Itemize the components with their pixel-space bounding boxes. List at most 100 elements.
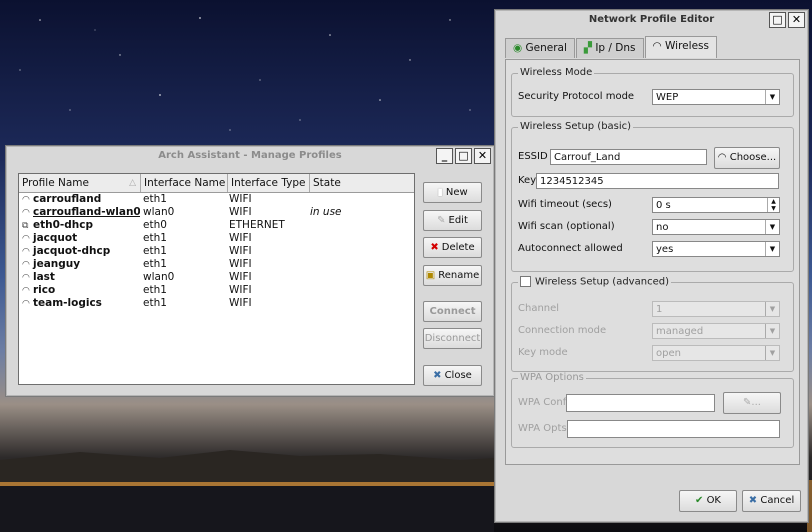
interface-type: WIFI [229, 258, 252, 270]
cancel-button[interactable]: ✖ Cancel [742, 490, 801, 512]
interface-name: eth1 [143, 258, 167, 270]
window-title: Arch Assistant - Manage Profiles [158, 150, 342, 161]
profile-name: team-logics [33, 297, 102, 309]
close-x-icon: ✖ [433, 370, 442, 381]
wifi-timeout-spinbox[interactable]: 0 s ▲ ▼ [652, 197, 780, 213]
table-row[interactable]: ◠ carroufland-wlan0 wlan0 WIFI in use [19, 206, 414, 219]
chevron-down-icon: ▼ [765, 90, 779, 104]
tab-wireless[interactable]: ◠ Wireless [644, 36, 717, 58]
table-row[interactable]: ◠ jeanguy eth1 WIFI [19, 258, 414, 271]
edit-pencil-icon: ✎ [437, 215, 446, 226]
wpa-opts-field[interactable] [567, 420, 780, 438]
interface-name: eth1 [143, 245, 167, 257]
new-button[interactable]: ▮ New [423, 182, 482, 203]
column-header-profile-name[interactable]: Profile Name △ [19, 174, 141, 192]
security-protocol-select[interactable]: WEP ▼ [652, 89, 780, 105]
profiles-list[interactable]: Profile Name △ Interface Name Interface T… [18, 173, 415, 385]
wifi-scan-select[interactable]: no ▼ [652, 219, 780, 235]
sort-arrow-icon: △ [129, 178, 136, 188]
autoconnect-label: Autoconnect allowed [518, 243, 623, 254]
key-field[interactable]: 1234512345 [536, 173, 779, 189]
interface-type: WIFI [229, 232, 252, 244]
essid-label: ESSID [518, 151, 548, 162]
window-title: Network Profile Editor [588, 14, 715, 25]
chevron-down-icon: ▼ [765, 302, 779, 316]
table-row[interactable]: ⧉ eth0-dhcp eth0 ETHERNET [19, 219, 414, 232]
advanced-toggle[interactable]: Wireless Setup (advanced) [518, 276, 671, 288]
essid-field[interactable]: Carrouf_Land [550, 149, 707, 165]
connection-state [307, 245, 410, 258]
column-header-interface-name[interactable]: Interface Name [141, 174, 228, 192]
manage-profiles-titlebar[interactable]: Arch Assistant - Manage Profiles _ □ ✕ [6, 146, 494, 166]
rename-button[interactable]: ▣ Rename [423, 265, 482, 286]
wpa-opts-label: WPA Opts [518, 423, 567, 434]
profile-name: eth0-dhcp [33, 219, 94, 231]
ok-button[interactable]: ✔ OK [679, 490, 737, 512]
general-icon: ◉ [513, 42, 523, 54]
wifi-scan-label: Wifi scan (optional) [518, 221, 615, 232]
wifi-icon: ◠ [652, 40, 662, 52]
group-title: Wireless Mode [518, 67, 595, 78]
key-mode-label: Key mode [518, 347, 568, 358]
minimize-button[interactable]: _ [436, 148, 453, 164]
wpa-conf-field[interactable] [566, 394, 715, 412]
chevron-down-icon: ▼ [765, 220, 779, 234]
interface-name: eth1 [143, 193, 167, 205]
disconnect-button[interactable]: Disconnect [423, 328, 482, 349]
wireless-tab-panel: Wireless Mode Security Protocol mode WEP… [505, 59, 800, 465]
connection-mode-select[interactable]: managed ▼ [652, 323, 780, 339]
profiles-list-header: Profile Name △ Interface Name Interface T… [19, 174, 414, 193]
connection-state: in use [310, 206, 342, 218]
table-row[interactable]: ◠ jacquot eth1 WIFI [19, 232, 414, 245]
key-mode-select[interactable]: open ▼ [652, 345, 780, 361]
table-row[interactable]: ◠ carroufland eth1 WIFI [19, 193, 414, 206]
editor-titlebar[interactable]: Network Profile Editor □ ✕ [495, 10, 808, 30]
chevron-down-icon: ▼ [765, 242, 779, 256]
profile-name: carroufland-wlan0 [33, 206, 140, 218]
table-row[interactable]: ◠ team-logics eth1 WIFI [19, 297, 414, 310]
network-icon: ▞ [583, 42, 592, 54]
connection-state [307, 258, 410, 271]
connection-state [307, 232, 410, 245]
column-header-state[interactable]: State [310, 174, 413, 192]
interface-type: WIFI [229, 271, 252, 283]
delete-button[interactable]: ✖ Delete [423, 237, 482, 258]
network-profile-editor-window: Network Profile Editor □ ✕ ◉ General ▞ I… [494, 9, 809, 523]
tab-ip-dns[interactable]: ▞ Ip / Dns [575, 38, 644, 58]
table-row[interactable]: ◠ last wlan0 WIFI [19, 271, 414, 284]
channel-select[interactable]: 1 ▼ [652, 301, 780, 317]
wifi-icon: ◠ [22, 195, 30, 205]
maximize-button[interactable]: □ [769, 12, 786, 28]
close-x-icon: ✖ [748, 495, 758, 506]
autoconnect-select[interactable]: yes ▼ [652, 241, 780, 257]
profile-name: last [33, 271, 55, 283]
interface-type: WIFI [229, 245, 252, 257]
rename-icon: ▣ [425, 270, 436, 281]
channel-label: Channel [518, 303, 560, 314]
wifi-icon: ◠ [22, 208, 30, 218]
close-window-button[interactable]: ✕ [788, 12, 805, 28]
connect-button[interactable]: Connect [423, 301, 482, 322]
wireless-advanced-group: Wireless Setup (advanced) Channel 1 ▼ Con… [511, 276, 794, 372]
security-protocol-label: Security Protocol mode [518, 91, 635, 102]
wpa-options-group: WPA Options WPA Conf ✎... WPA Opts [511, 372, 794, 448]
choose-button[interactable]: ◠ Choose... [714, 147, 780, 169]
wpa-conf-browse-button[interactable]: ✎... [723, 392, 781, 414]
group-title: Wireless Setup (basic) [518, 121, 634, 132]
close-button[interactable]: ✖ Close [423, 365, 482, 386]
new-document-icon: ▮ [437, 187, 443, 198]
spin-arrows-icon[interactable]: ▲ ▼ [767, 198, 779, 212]
column-header-interface-type[interactable]: Interface Type [228, 174, 310, 192]
table-row[interactable]: ◠ rico eth1 WIFI [19, 284, 414, 297]
check-icon: ✔ [694, 495, 704, 506]
connection-state [307, 219, 410, 232]
maximize-button[interactable]: □ [455, 148, 472, 164]
chevron-down-icon: ▼ [765, 324, 779, 338]
manage-profiles-window: Arch Assistant - Manage Profiles _ □ ✕ P… [5, 145, 495, 397]
close-window-button[interactable]: ✕ [474, 148, 491, 164]
advanced-checkbox[interactable] [520, 276, 531, 287]
table-row[interactable]: ◠ jacquot-dhcp eth1 WIFI [19, 245, 414, 258]
profile-name: jacquot-dhcp [33, 245, 111, 257]
edit-button[interactable]: ✎ Edit [423, 210, 482, 231]
tab-general[interactable]: ◉ General [505, 38, 575, 58]
